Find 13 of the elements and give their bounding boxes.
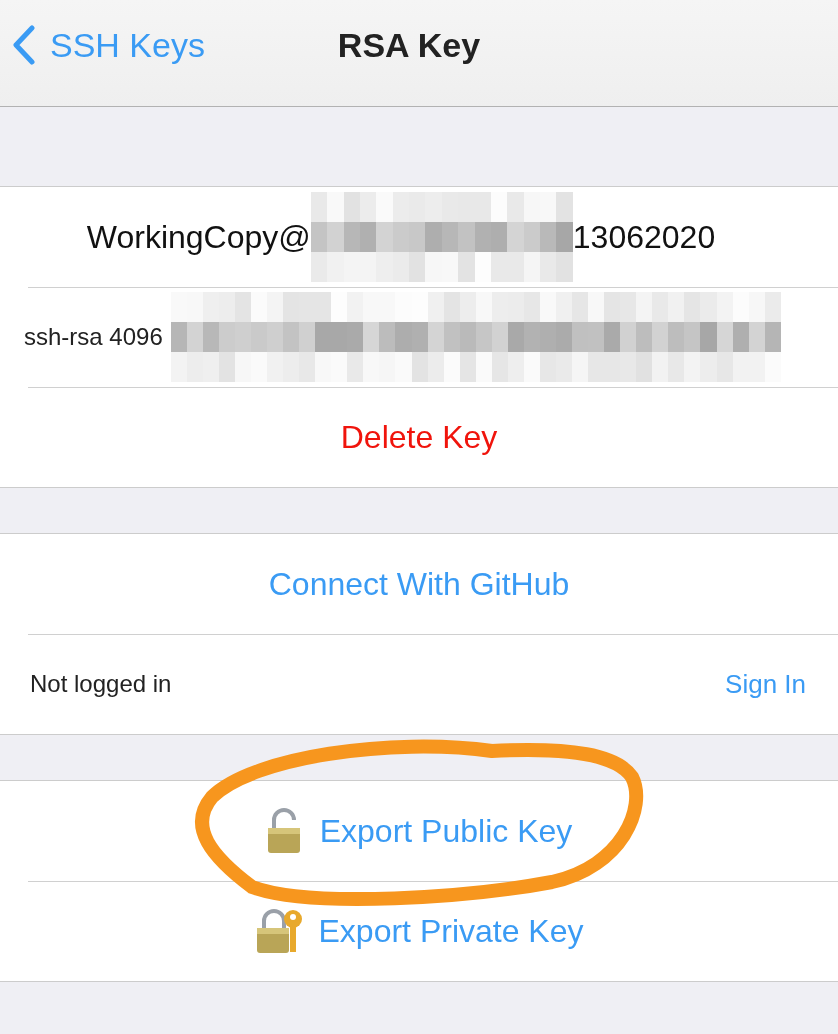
key-type: ssh-rsa 4096 — [24, 322, 163, 352]
export-button[interactable]: Export Private Key — [254, 907, 584, 955]
back-chevron-icon — [12, 25, 36, 65]
padlock-key-icon — [254, 908, 303, 954]
screen-title: RSA Key — [337, 24, 481, 66]
export-button[interactable]: Export Public Key — [265, 807, 573, 855]
key-comment: WorkingCopy@ — [86, 218, 311, 257]
login-status: Not logged in — [30, 669, 172, 699]
sign-in-link[interactable]: Sign In — [725, 664, 806, 704]
delete-button[interactable]: Delete Key — [340, 413, 498, 461]
key-comment-suffix: 13062020 — [572, 218, 716, 257]
back-button[interactable]: SSH Keys — [0, 0, 205, 90]
connect-button[interactable]: Connect With GitHub — [268, 560, 570, 608]
